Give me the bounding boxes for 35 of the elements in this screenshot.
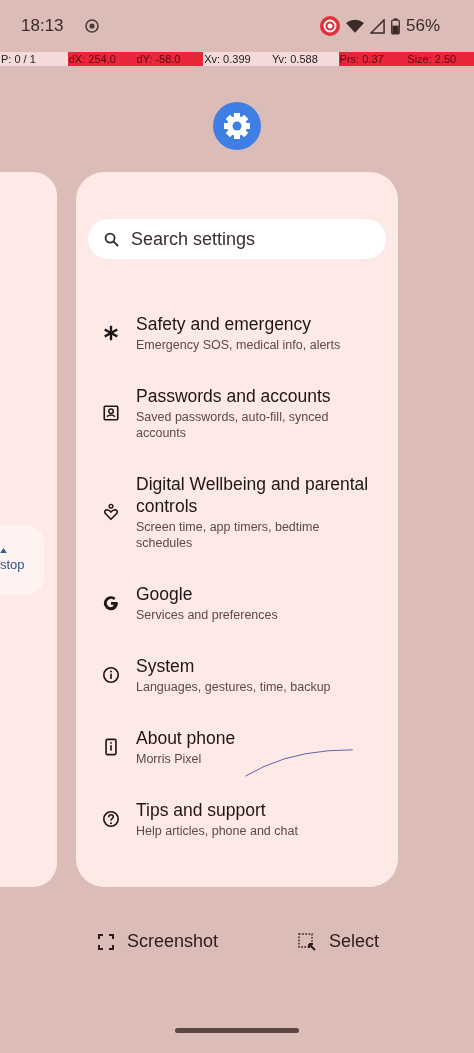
status-time: 18:13 [21, 16, 64, 36]
app-card[interactable]: stop [0, 172, 57, 887]
pointer-readout: dY: -58.0 [135, 52, 204, 66]
settings-item[interactable]: Safety and emergency Emergency SOS, medical info, alerts [88, 297, 386, 369]
pointer-readout: P: 0 / 1 [0, 52, 37, 66]
settings-item[interactable]: Google Services and preferences [88, 567, 386, 639]
select-button[interactable]: Select [297, 931, 379, 952]
item-subtitle: Morris Pixel [136, 751, 203, 767]
item-title: Digital Wellbeing and parental controls [136, 473, 370, 517]
battery-percent: 56% [405, 16, 440, 36]
item-title: Safety and emergency [136, 313, 313, 335]
item-title: About phone [136, 727, 236, 749]
settings-item[interactable]: About phone Morris Pixel [88, 711, 386, 783]
settings-item[interactable]: System Languages, gestures, time, backup [88, 639, 386, 711]
pointer-readout: Xv: 0.399 [203, 52, 252, 66]
search-field[interactable]: Search settings [88, 219, 386, 259]
item-title: System [136, 655, 196, 677]
screenshot-button[interactable]: Screenshot [98, 931, 219, 952]
settings-item[interactable]: Tips and support Help articles, phone and chat [88, 783, 386, 855]
item-subtitle: Saved passwords, auto-fill, synced accounts [136, 409, 330, 441]
item-title: Passwords and accounts [136, 385, 332, 407]
settings-item[interactable]: Digital Wellbeing and parental controls Screen time, app timers, bedtime schedules [88, 457, 386, 567]
pointer-readout: Size: 2.50 [406, 52, 474, 66]
item-title: Google [136, 583, 194, 605]
item-title: Tips and support [136, 799, 267, 821]
settings-item[interactable]: Passwords and accounts Saved passwords, auto-fill, synced accounts [88, 369, 386, 457]
pointer-readout: Prs: 0.37 [338, 52, 407, 66]
item-subtitle: Help articles, phone and chat [136, 823, 298, 839]
chip-label: stop [0, 556, 25, 572]
item-subtitle: Screen time, app timers, bedtime schedules [136, 519, 321, 551]
item-subtitle: Services and preferences [136, 607, 278, 623]
item-subtitle: Emergency SOS, medical info, alerts [136, 337, 341, 353]
pointer-readout: Yv: 0.588 [270, 52, 319, 66]
pointer-readout: dX: 254.0 [67, 52, 136, 66]
item-subtitle: Languages, gestures, time, backup [136, 679, 331, 695]
